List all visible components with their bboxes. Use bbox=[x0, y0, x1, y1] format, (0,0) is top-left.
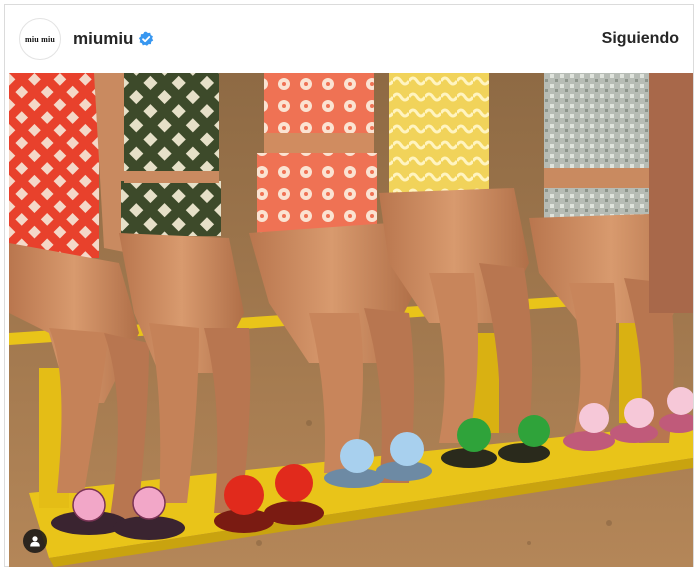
post-photo[interactable] bbox=[9, 73, 693, 567]
avatar-logo-text: miu miu bbox=[24, 34, 56, 44]
instagram-post-card: miu miu miumiu Siguiendo bbox=[4, 4, 694, 567]
following-button[interactable]: Siguiendo bbox=[602, 30, 679, 48]
post-header: miu miu miumiu Siguiendo bbox=[5, 5, 693, 73]
account-avatar[interactable]: miu miu bbox=[19, 18, 61, 60]
user-tag-icon[interactable] bbox=[23, 529, 47, 553]
verified-check-icon bbox=[138, 31, 154, 47]
photo-illustration bbox=[9, 73, 693, 567]
account-username[interactable]: miumiu bbox=[73, 29, 133, 49]
